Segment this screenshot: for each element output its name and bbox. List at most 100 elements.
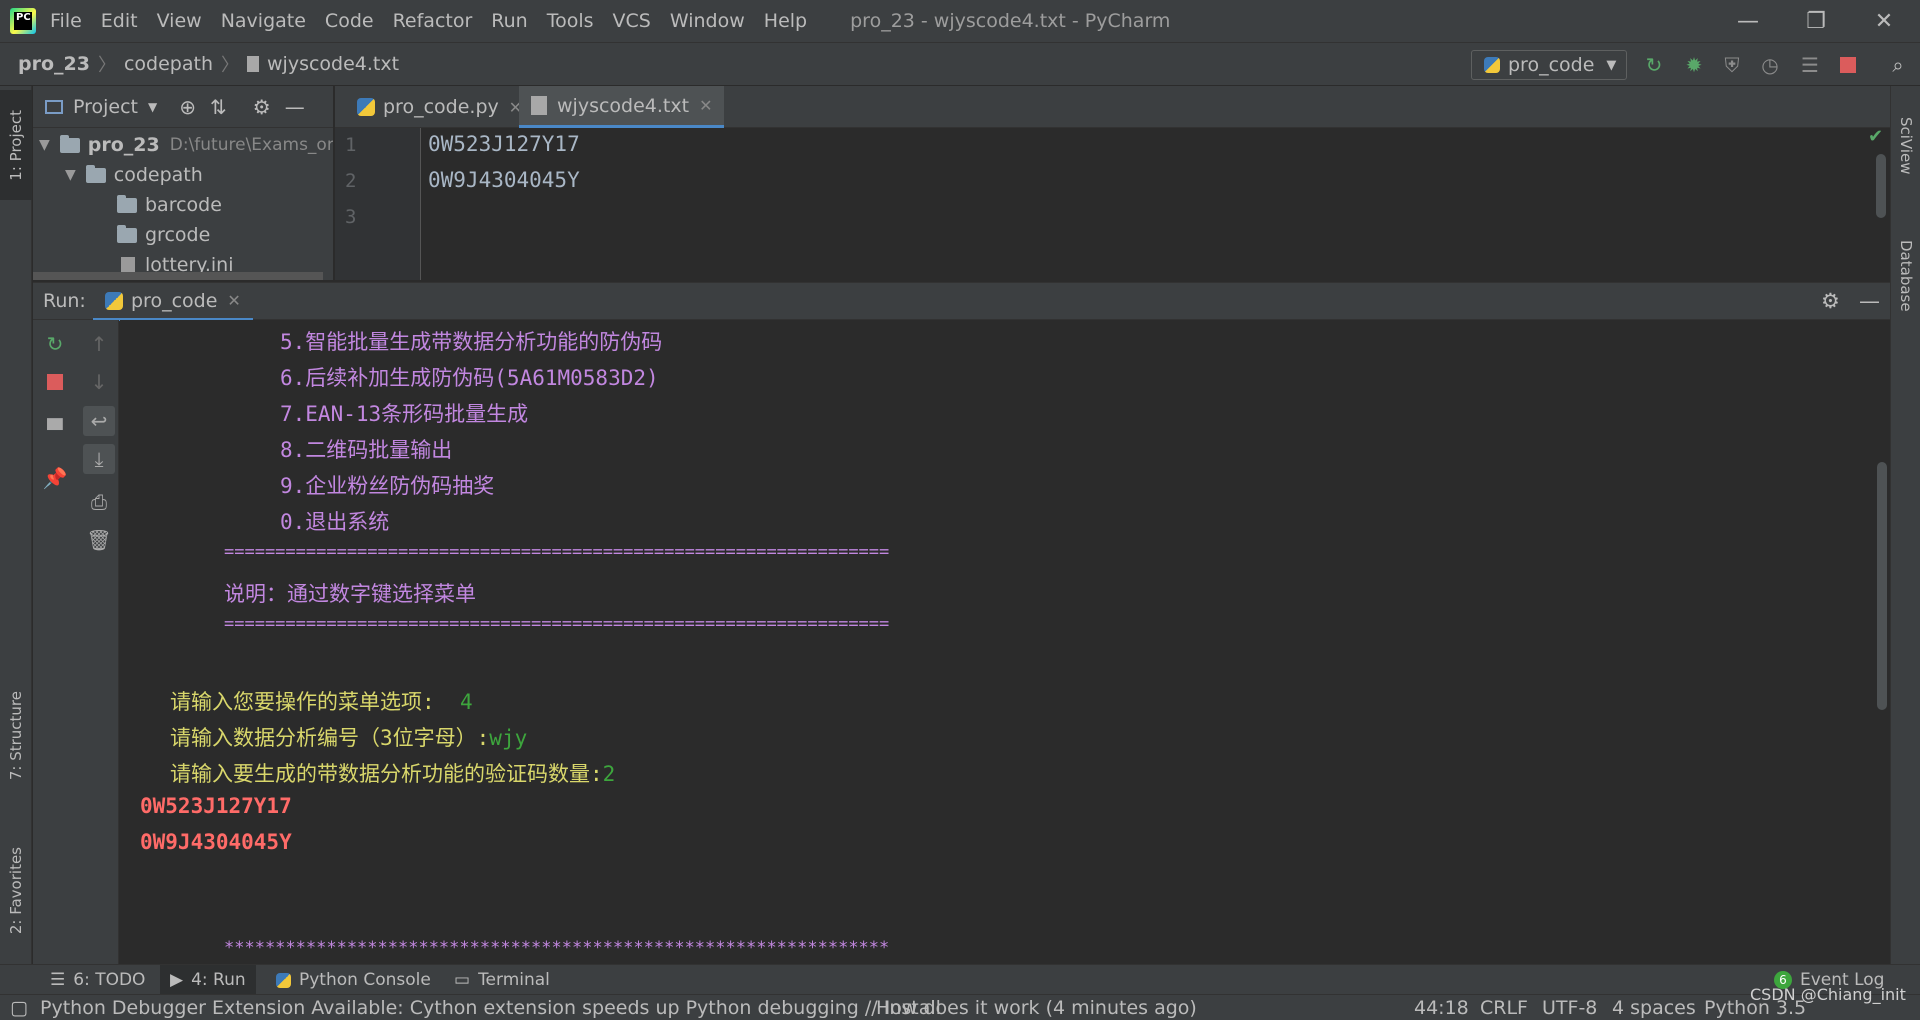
menu-code[interactable]: Code	[325, 10, 374, 32]
project-view-icon	[45, 99, 63, 114]
folder-icon	[117, 224, 137, 243]
tree-item-codepath[interactable]: ▼ codepath	[65, 160, 203, 190]
stop-icon[interactable]	[41, 368, 69, 396]
menu-run[interactable]: Run	[491, 10, 527, 32]
ini-file-icon	[121, 256, 135, 274]
tab-favorites-tool[interactable]: 2: Favorites	[0, 826, 32, 956]
print-icon[interactable]: ⎙	[85, 488, 113, 516]
left-tool-stripe: 1: Project 7: Structure 2: Favorites	[0, 86, 32, 964]
prompt-text: 请输入数据分析编号（3位字母）:	[170, 726, 490, 750]
hide-panel-icon[interactable]: —	[285, 95, 305, 119]
status-toggle-icon[interactable]: ▢	[10, 995, 28, 1020]
console-line: 5.智能批量生成带数据分析功能的防伪码	[280, 330, 663, 354]
chevron-down-icon[interactable]: ▼	[148, 100, 157, 114]
status-how-link[interactable]: How does it work (4 minutes ago)	[876, 995, 1197, 1020]
tab-database-tool[interactable]: Database	[1891, 216, 1920, 336]
tab-structure-tool[interactable]: 7: Structure	[0, 676, 32, 796]
editor-content[interactable]: 0W523J127Y17 0W9J4304045Y ✔	[422, 126, 1890, 280]
rerun-icon[interactable]: ↻	[1642, 53, 1666, 77]
python-icon	[1484, 57, 1500, 73]
debug-icon[interactable]: ✹	[1682, 53, 1706, 77]
tab-project-tool[interactable]: 1: Project	[0, 90, 32, 200]
scroll-to-end-icon[interactable]: ⤓	[83, 444, 115, 474]
terminal-label: Terminal	[478, 970, 550, 990]
minimize-icon[interactable]: —	[1714, 0, 1782, 42]
horizontal-scrollbar[interactable]	[33, 272, 323, 280]
line-separator[interactable]: CRLF	[1480, 995, 1528, 1020]
tab-python-console[interactable]: Python Console	[276, 965, 431, 995]
soft-wrap-icon[interactable]: ↩	[83, 406, 115, 436]
tab-pro-code-py[interactable]: pro_code.py ✕	[345, 86, 534, 128]
breadcrumb-project[interactable]: pro_23	[18, 53, 90, 75]
play-icon: ▶	[170, 970, 184, 990]
hide-panel-icon[interactable]: —	[1859, 289, 1880, 313]
profile-icon[interactable]: ◷	[1758, 53, 1782, 77]
tree-item-label: barcode	[145, 194, 222, 216]
menu-tools[interactable]: Tools	[547, 10, 594, 32]
locate-icon[interactable]: ⊕	[179, 95, 196, 119]
menu-navigate[interactable]: Navigate	[221, 10, 306, 32]
tab-wjyscode4-txt[interactable]: wjyscode4.txt ✕	[519, 86, 725, 128]
tab-run[interactable]: ▶ 4: Run	[160, 965, 256, 995]
menu-view[interactable]: View	[157, 10, 202, 32]
line-number: 1	[345, 134, 357, 156]
tab-run-pro-code[interactable]: pro_code ✕	[93, 283, 253, 321]
editor-scrollbar[interactable]	[1876, 154, 1886, 218]
user-input: 4	[459, 690, 473, 714]
tab-terminal[interactable]: ▭ Terminal	[454, 965, 550, 995]
line-number: 2	[345, 170, 357, 192]
console-scrollbar[interactable]	[1874, 320, 1890, 964]
pin-icon[interactable]: 📌	[41, 464, 69, 492]
trash-icon[interactable]: 🗑	[85, 526, 113, 554]
tree-item-grcode[interactable]: grcode	[117, 220, 210, 250]
close-tab-icon[interactable]: ✕	[699, 96, 712, 115]
chevron-down-icon: ▼	[1606, 57, 1617, 73]
python-icon	[276, 972, 291, 988]
project-panel-title[interactable]: Project	[73, 96, 138, 118]
breadcrumb-file[interactable]: wjyscode4.txt	[267, 53, 399, 75]
console-line: 0.退出系统	[280, 510, 390, 534]
caret-position[interactable]: 44:18	[1414, 995, 1469, 1020]
editor-tabs: pro_code.py ✕ wjyscode4.txt ✕	[335, 86, 1890, 128]
menu-window[interactable]: Window	[670, 10, 745, 32]
search-icon[interactable]: ⌕	[1886, 53, 1910, 77]
watermark: CSDN @Chiang_init	[1750, 984, 1906, 1004]
menu-refactor[interactable]: Refactor	[393, 10, 473, 32]
window-title: pro_23 - wjyscode4.txt - PyCharm	[850, 10, 1171, 32]
arrow-up-icon[interactable]: ↑	[85, 330, 113, 358]
coverage-icon[interactable]: ⛨	[1720, 53, 1744, 77]
code-line[interactable]: 0W523J127Y17	[428, 132, 580, 156]
console-output[interactable]: 5.智能批量生成带数据分析功能的防伪码 6.后续补加生成防伪码(5A61M058…	[120, 320, 1872, 964]
tab-sciview-tool[interactable]: SciView	[1891, 96, 1920, 196]
concurrency-icon[interactable]: ☰	[1798, 53, 1822, 77]
menu-vcs[interactable]: VCS	[613, 10, 651, 32]
status-message[interactable]: Python Debugger Extension Available: Cyt…	[40, 995, 941, 1020]
arrow-down-icon[interactable]: ↓	[85, 368, 113, 396]
menu-edit[interactable]: Edit	[101, 10, 138, 32]
stop-icon[interactable]	[1836, 53, 1860, 77]
console-prompt-line: 请输入您要操作的菜单选项: 4	[170, 686, 473, 716]
restore-layout-icon[interactable]: ▀	[41, 416, 69, 444]
gear-icon[interactable]: ⚙	[253, 95, 271, 119]
restore-icon[interactable]: ❐	[1782, 0, 1850, 42]
status-bar: ▢ Python Debugger Extension Available: C…	[0, 985, 1920, 1020]
indent-setting[interactable]: 4 spaces	[1612, 995, 1696, 1020]
collapse-all-icon[interactable]: ⇅	[210, 95, 227, 119]
menu-file[interactable]: File	[50, 10, 82, 32]
run-configuration-select[interactable]: pro_code ▼	[1471, 50, 1627, 80]
code-line[interactable]: 0W9J4304045Y	[428, 168, 580, 192]
menu-help[interactable]: Help	[764, 10, 807, 32]
tab-todo[interactable]: ☰ 6: TODO	[50, 965, 145, 995]
console-stars: ****************************************…	[224, 938, 890, 958]
sciview-tool-label: SciView	[1897, 117, 1915, 175]
console-scrollbar-thumb[interactable]	[1877, 462, 1887, 710]
tree-item-root[interactable]: ▼ pro_23 D:\future\Exams_or_	[39, 130, 333, 160]
user-input: wjy	[489, 726, 528, 750]
close-tab-icon[interactable]: ✕	[227, 291, 240, 310]
gear-icon[interactable]: ⚙	[1821, 289, 1840, 313]
rerun-icon[interactable]: ↻	[41, 330, 69, 358]
breadcrumb-folder[interactable]: codepath	[124, 53, 213, 75]
file-encoding[interactable]: UTF-8	[1542, 995, 1597, 1020]
tree-item-barcode[interactable]: barcode	[117, 190, 222, 220]
close-window-icon[interactable]: ✕	[1850, 0, 1918, 42]
